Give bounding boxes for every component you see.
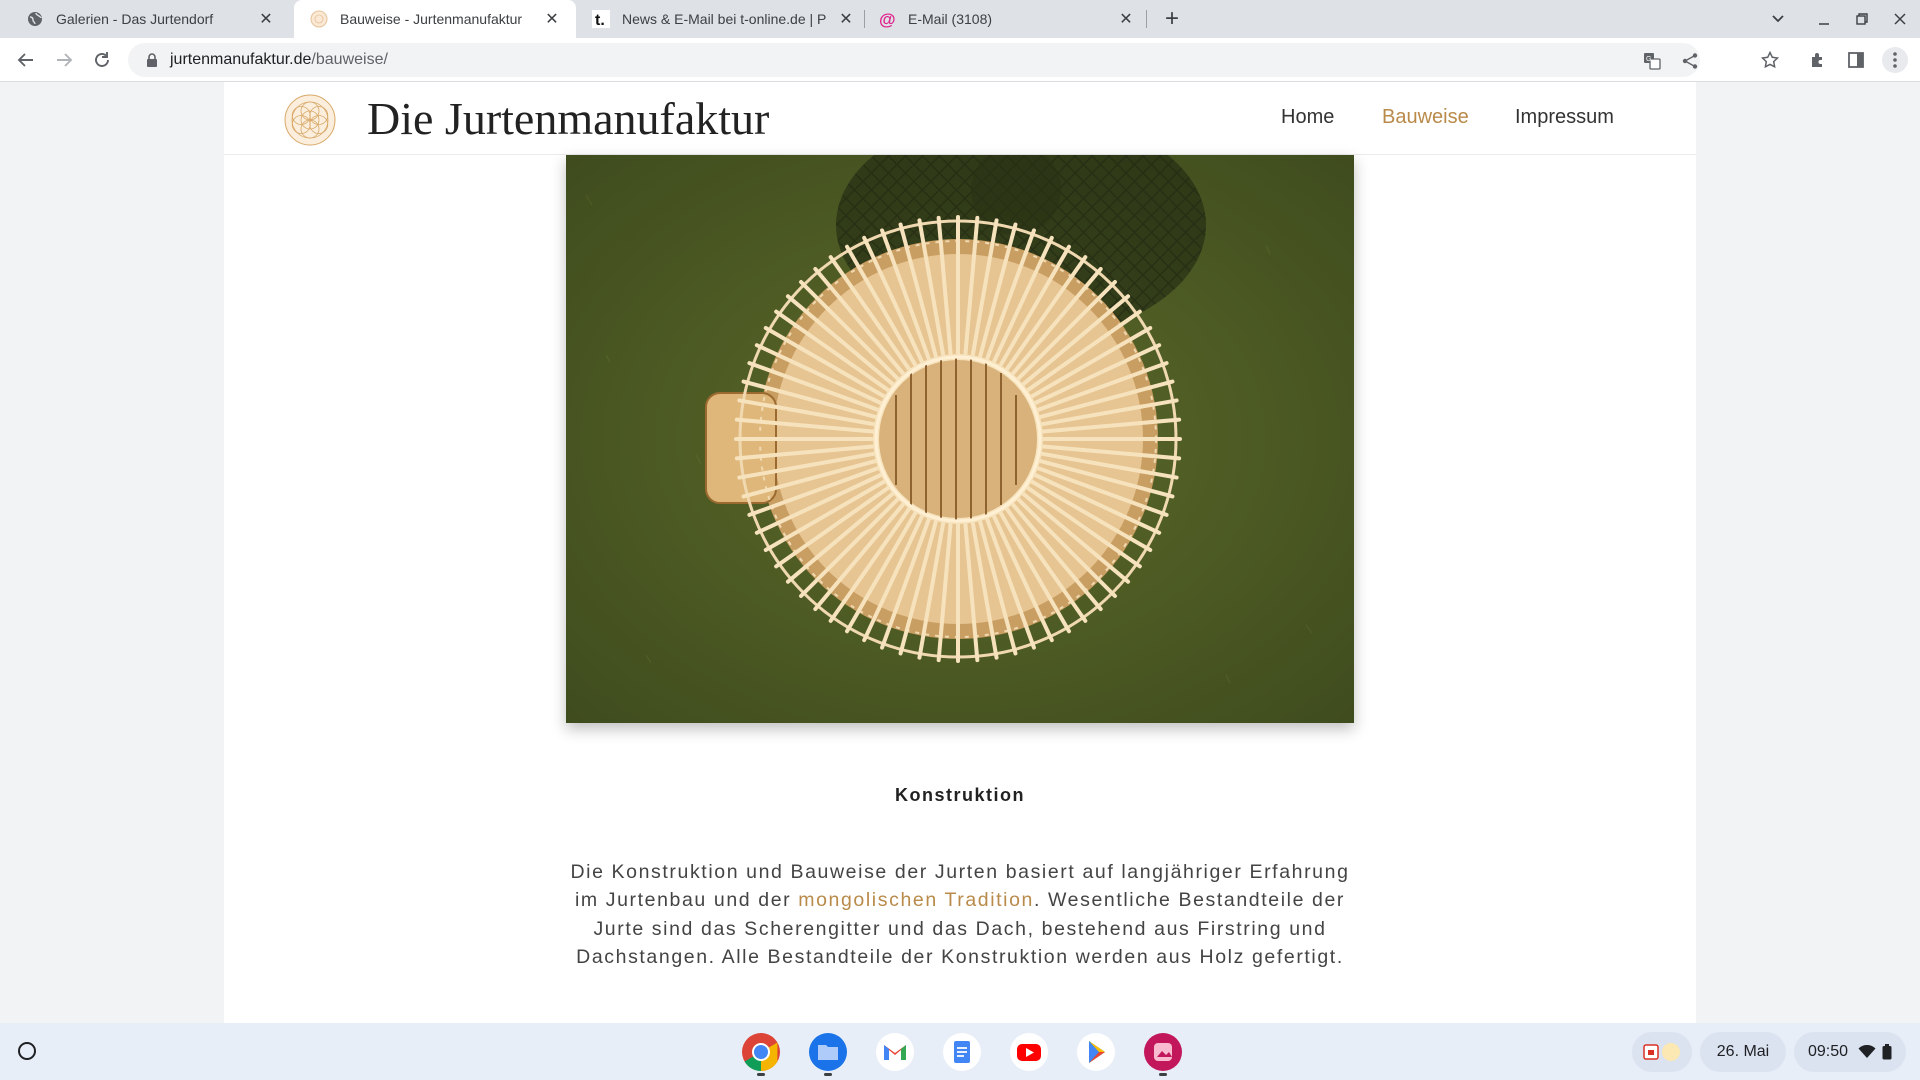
back-icon[interactable] bbox=[13, 47, 39, 73]
tab-title: E-Mail (3108) bbox=[908, 11, 993, 27]
site-header: Die Jurtenmanufaktur Home Bauweise Impre… bbox=[224, 82, 1696, 155]
files-icon[interactable] bbox=[807, 1031, 849, 1076]
tab-title: Galerien - Das Jurtendorf bbox=[56, 11, 214, 27]
tab-search-chevron-icon[interactable] bbox=[1766, 8, 1790, 30]
close-tab-icon[interactable]: ✕ bbox=[542, 9, 562, 29]
url-path: /bauweise/ bbox=[311, 51, 388, 68]
url-text[interactable]: jurtenmanufaktur.de/bauweise/ bbox=[170, 51, 388, 69]
running-indicator bbox=[1159, 1073, 1167, 1076]
close-window-icon[interactable] bbox=[1888, 8, 1912, 30]
tray-status[interactable]: 09:50 bbox=[1794, 1032, 1906, 1072]
yurt-aerial-photo bbox=[566, 155, 1354, 723]
menu-kebab-icon[interactable] bbox=[1882, 47, 1908, 73]
youtube-icon[interactable] bbox=[1008, 1031, 1050, 1073]
tab-title: News & E-Mail bei t-online.de | P bbox=[622, 11, 827, 27]
date-text: 26. Mai bbox=[1716, 1043, 1770, 1060]
battery-icon bbox=[1882, 1044, 1892, 1060]
nav-bauweise[interactable]: Bauweise bbox=[1382, 106, 1469, 129]
svg-text:G: G bbox=[1646, 56, 1651, 63]
tab-galerien[interactable]: Galerien - Das Jurtendorf ✕ bbox=[0, 0, 290, 38]
launcher-icon[interactable] bbox=[16, 1040, 38, 1062]
tray-date[interactable]: 26. Mai bbox=[1700, 1032, 1786, 1072]
extensions-icon[interactable] bbox=[1805, 47, 1831, 73]
page-content: Die Jurtenmanufaktur Home Bauweise Impre… bbox=[224, 82, 1696, 1023]
nav-impressum[interactable]: Impressum bbox=[1515, 106, 1614, 129]
running-indicator bbox=[824, 1073, 832, 1076]
docs-icon[interactable] bbox=[941, 1031, 983, 1073]
tab-strip: Galerien - Das Jurtendorf ✕ Bauweise - J… bbox=[0, 0, 1920, 38]
tray-notifications[interactable] bbox=[1632, 1032, 1692, 1072]
tab-separator bbox=[1146, 10, 1147, 28]
gmail-icon[interactable] bbox=[874, 1031, 916, 1073]
svg-text:t.: t. bbox=[595, 12, 605, 28]
close-tab-icon[interactable]: ✕ bbox=[836, 9, 856, 29]
gallery-icon[interactable] bbox=[1142, 1031, 1184, 1076]
wifi-icon bbox=[1858, 1045, 1876, 1059]
os-shelf: 26. Mai 09:50 bbox=[0, 1023, 1920, 1080]
url-host: jurtenmanufaktur.de bbox=[170, 51, 312, 68]
section-title: Konstruktion bbox=[895, 785, 1025, 805]
lock-icon[interactable] bbox=[144, 52, 160, 68]
reload-icon[interactable] bbox=[89, 47, 115, 73]
share-icon[interactable] bbox=[1680, 51, 1700, 71]
translate-icon[interactable]: G bbox=[1642, 51, 1662, 71]
yurt-frame-illustration bbox=[566, 155, 1354, 723]
tab-title: Bauweise - Jurtenmanufaktur bbox=[340, 11, 523, 27]
tray-app-icons bbox=[1643, 1043, 1680, 1061]
svg-text:@: @ bbox=[879, 10, 896, 28]
tab-t-online[interactable]: t. News & E-Mail bei t-online.de | P ✕ bbox=[580, 0, 864, 38]
minimize-icon[interactable] bbox=[1812, 8, 1836, 30]
new-tab-icon[interactable]: + bbox=[1160, 5, 1184, 32]
site-logo-icon bbox=[310, 10, 328, 28]
chrome-icon[interactable] bbox=[740, 1031, 782, 1076]
forward-icon[interactable] bbox=[51, 47, 77, 73]
site-title[interactable]: Die Jurtenmanufaktur bbox=[367, 92, 769, 145]
browser-toolbar: jurtenmanufaktur.de/bauweise/ G bbox=[0, 38, 1920, 82]
side-panel-icon[interactable] bbox=[1843, 47, 1869, 73]
mongolian-tradition-link[interactable]: mongolischen Tradition bbox=[798, 889, 1034, 911]
close-tab-icon[interactable]: ✕ bbox=[256, 9, 276, 29]
play-store-icon[interactable] bbox=[1075, 1031, 1117, 1073]
tab-email[interactable]: @ E-Mail (3108) ✕ bbox=[866, 0, 1150, 38]
globe-icon bbox=[26, 10, 44, 28]
restore-icon[interactable] bbox=[1850, 8, 1874, 30]
t-online-icon: t. bbox=[592, 10, 610, 28]
bookmark-star-icon[interactable] bbox=[1757, 47, 1783, 73]
address-bar[interactable]: jurtenmanufaktur.de/bauweise/ G bbox=[128, 43, 1700, 77]
running-indicator bbox=[757, 1073, 765, 1076]
tab-separator bbox=[864, 10, 865, 28]
at-icon: @ bbox=[878, 10, 896, 28]
time-text: 09:50 bbox=[1807, 1043, 1849, 1060]
page-viewport: Die Jurtenmanufaktur Home Bauweise Impre… bbox=[0, 82, 1920, 1023]
section-body-text: Die Konstruktion und Bauweise der Jurten… bbox=[560, 858, 1360, 972]
tab-bauweise[interactable]: Bauweise - Jurtenmanufaktur ✕ bbox=[294, 0, 576, 38]
close-tab-icon[interactable]: ✕ bbox=[1116, 9, 1136, 29]
site-logo[interactable] bbox=[284, 94, 336, 146]
nav-home[interactable]: Home bbox=[1281, 106, 1334, 129]
